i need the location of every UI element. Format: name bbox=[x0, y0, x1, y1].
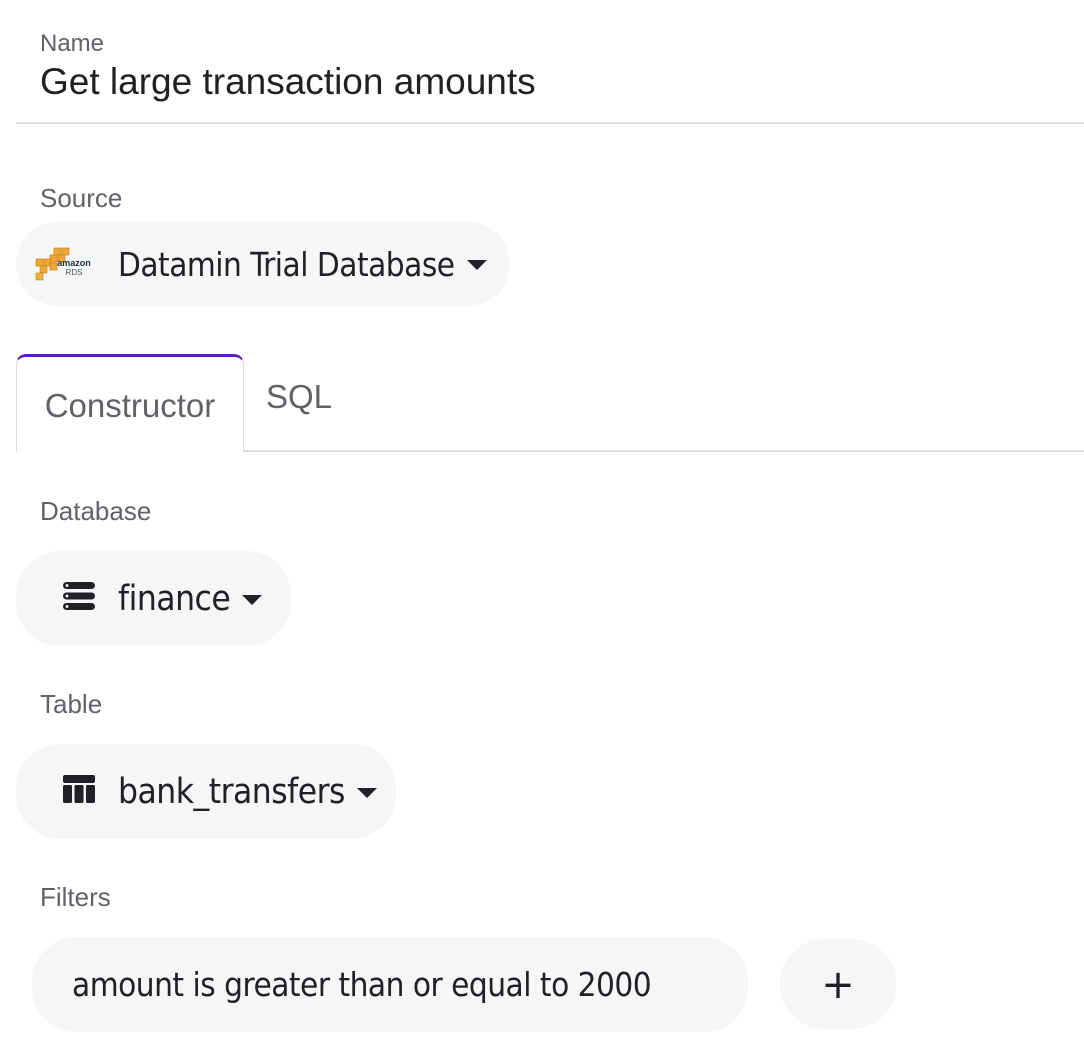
amazon-logo-text: amazon bbox=[57, 258, 91, 268]
tab-sql[interactable]: SQL bbox=[266, 378, 332, 416]
table-selected: bank_transfers bbox=[118, 771, 345, 812]
source-label: Source bbox=[40, 183, 123, 213]
filter-chip[interactable]: amount is greater than or equal to 2000 bbox=[32, 937, 748, 1032]
database-icon bbox=[62, 581, 96, 616]
tab-constructor[interactable]: Constructor bbox=[16, 354, 244, 452]
database-label: Database bbox=[40, 496, 152, 526]
name-label: Name bbox=[40, 30, 105, 57]
plus-icon: + bbox=[821, 962, 855, 1008]
filters-label: Filters bbox=[40, 882, 111, 912]
database-selected: finance bbox=[118, 578, 231, 619]
chevron-down-icon bbox=[242, 594, 263, 605]
table-label: Table bbox=[40, 689, 103, 719]
chevron-down-icon bbox=[466, 260, 487, 270]
name-input[interactable]: Get large transaction amounts bbox=[40, 61, 536, 103]
tabs-divider bbox=[244, 450, 1084, 452]
tab-constructor-label: Constructor bbox=[44, 386, 216, 424]
add-filter-button[interactable]: + bbox=[780, 939, 896, 1029]
amazon-rds-icon: amazon RDS bbox=[34, 246, 94, 282]
table-icon bbox=[62, 774, 96, 809]
chevron-down-icon bbox=[356, 787, 377, 798]
rds-logo-text: RDS bbox=[66, 268, 83, 277]
source-select[interactable]: amazon RDS Datamin Trial Database bbox=[16, 222, 510, 306]
database-select[interactable]: finance bbox=[16, 551, 291, 646]
name-input-underline bbox=[16, 122, 1084, 124]
table-select[interactable]: bank_transfers bbox=[16, 744, 396, 839]
source-selected: Datamin Trial Database bbox=[118, 244, 455, 284]
filter-chip-text: amount is greater than or equal to 2000 bbox=[72, 965, 652, 1004]
